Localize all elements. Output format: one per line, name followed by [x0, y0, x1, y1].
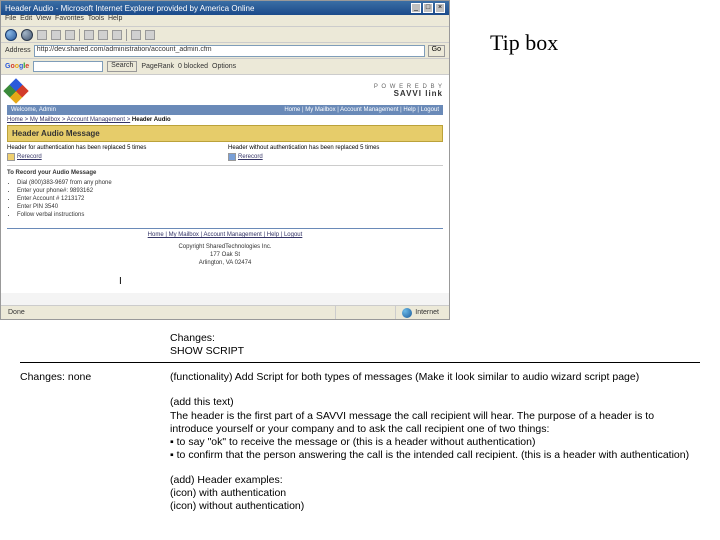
breadcrumb: Home > My Mailbox > Account Management >…	[7, 115, 443, 125]
instructions-list: Dial (800)383-9697 from any phone Enter …	[17, 180, 443, 218]
top-nav-links[interactable]: Home | My Mailbox | Account Management |…	[284, 107, 439, 113]
annotations-area: Changes: SHOW SCRIPT Changes: none (func…	[0, 320, 720, 525]
home-icon[interactable]	[65, 30, 75, 40]
status-bar: Done Internet	[1, 305, 449, 319]
go-button[interactable]: Go	[428, 45, 445, 57]
footer-links[interactable]: Home | My Mailbox | Account Management |…	[7, 232, 443, 238]
refresh-icon[interactable]	[51, 30, 61, 40]
functionality-note: (functionality) Add Script for both type…	[170, 371, 700, 384]
changes-left-label: Changes: none	[20, 371, 140, 384]
changes-top-value: SHOW SCRIPT	[170, 345, 700, 358]
menu-bar: File Edit View Favorites Tools Help	[1, 15, 449, 27]
tip-box-label: Tip box	[490, 30, 700, 56]
breadcrumb-links[interactable]: Home > My Mailbox > Account Management >	[7, 117, 130, 123]
welcome-text: Welcome, Admin	[11, 107, 56, 113]
audio-icon	[7, 153, 15, 161]
powered-by: P O W E R E D B Y SAVVI link	[374, 84, 443, 98]
col2-text: Header without authentication has been r…	[228, 145, 443, 151]
print-icon[interactable]	[145, 30, 155, 40]
google-logo-icon: Google	[5, 63, 29, 70]
separator-line	[20, 362, 700, 363]
forward-icon[interactable]	[21, 29, 33, 41]
text-cursor-icon: I	[119, 276, 122, 287]
google-search-button[interactable]: Search	[107, 61, 137, 72]
tip-box-area: Tip box	[450, 0, 720, 320]
popup-blocked-label: 0 blocked	[178, 63, 208, 70]
example-line-2: (icon) without authentication)	[170, 500, 700, 513]
mail-icon[interactable]	[131, 30, 141, 40]
top-nav-bar: Welcome, Admin Home | My Mailbox | Accou…	[7, 105, 443, 115]
nav-toolbar	[1, 27, 449, 43]
instructions-heading: To Record your Audio Message	[7, 170, 443, 176]
list-item: to confirm that the person answering the…	[170, 449, 700, 462]
page-content: P O W E R E D B Y SAVVI link Welcome, Ad…	[1, 75, 449, 293]
toolbar-options[interactable]: Options	[212, 63, 236, 70]
stop-icon[interactable]	[37, 30, 47, 40]
google-search-input[interactable]	[33, 61, 103, 72]
changes-top-label: Changes:	[170, 332, 700, 345]
add-text-body: The header is the first part of a SAVVI …	[170, 410, 700, 436]
footer-address: Copyright SharedTechnologies Inc. 177 Oa…	[7, 244, 443, 267]
rerecord-link-2[interactable]: Rerecord	[238, 154, 263, 160]
minimize-icon[interactable]: _	[411, 3, 421, 13]
col1-text: Header for authentication has been repla…	[7, 145, 222, 151]
list-item: Enter Account # 1213172	[17, 196, 443, 202]
site-logo-icon	[3, 78, 28, 103]
window-title-bar: Header Audio - Microsoft Internet Explor…	[1, 1, 449, 15]
page-heading-banner: Header Audio Message	[7, 125, 443, 142]
history-icon[interactable]	[112, 30, 122, 40]
close-icon[interactable]: ×	[435, 3, 445, 13]
address-input[interactable]: http://dev.shared.com/administration/acc…	[34, 45, 425, 57]
pagerank-label: PageRank	[141, 63, 174, 70]
status-zone: Internet	[415, 309, 439, 316]
search-icon[interactable]	[84, 30, 94, 40]
favorites-icon[interactable]	[98, 30, 108, 40]
window-title: Header Audio - Microsoft Internet Explor…	[5, 4, 254, 13]
header-examples-block: (add) Header examples: (icon) with authe…	[170, 474, 700, 513]
examples-head: (add) Header examples:	[170, 474, 700, 487]
add-text-block: (add this text) The header is the first …	[170, 396, 700, 462]
address-bar-row: Address http://dev.shared.com/administra…	[1, 43, 449, 59]
google-toolbar: Google Search PageRank 0 blocked Options	[1, 59, 449, 75]
audio-icon	[228, 153, 236, 161]
add-text-lead: (add this text)	[170, 396, 700, 409]
list-item: Enter your phone#: 9893162	[17, 188, 443, 194]
breadcrumb-current: Header Audio	[132, 117, 171, 123]
embedded-screenshot: Header Audio - Microsoft Internet Explor…	[0, 0, 450, 320]
globe-icon	[402, 308, 412, 318]
example-line-1: (icon) with authentication	[170, 487, 700, 500]
list-item: Enter PIN 3540	[17, 204, 443, 210]
rerecord-link-1[interactable]: Rerecord	[17, 154, 42, 160]
back-icon[interactable]	[5, 29, 17, 41]
status-done: Done	[8, 309, 25, 316]
list-item: to say "ok" to receive the message or (t…	[170, 436, 700, 449]
list-item: Dial (800)383-9697 from any phone	[17, 180, 443, 186]
list-item: Follow verbal instructions	[17, 212, 443, 218]
maximize-icon[interactable]: □	[423, 3, 433, 13]
